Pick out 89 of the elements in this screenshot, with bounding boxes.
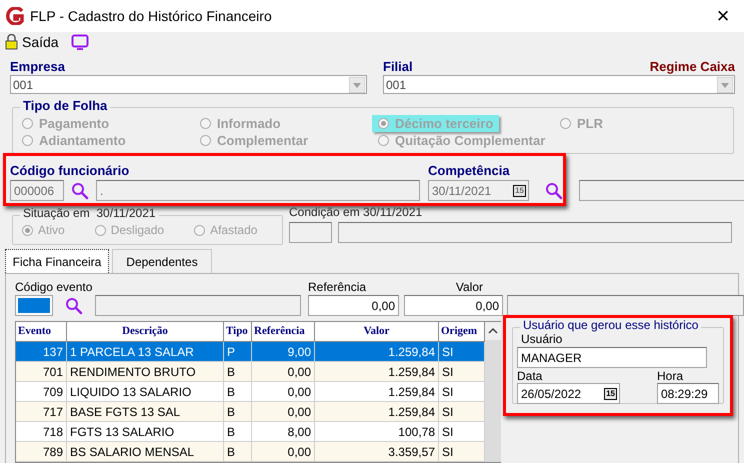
table-cell: B <box>224 402 252 421</box>
search-icon[interactable] <box>545 182 563 200</box>
table-cell: 9,00 <box>252 342 315 361</box>
table-row[interactable]: 701 RENDIMENTO BRUTO B 0,00 1.259,84 SI <box>16 362 485 382</box>
table-cell: B <box>224 422 252 441</box>
table-cell: B <box>224 442 252 461</box>
field-label: Referência <box>308 280 368 295</box>
table-cell: 1.259,84 <box>315 402 439 421</box>
time-field[interactable]: 08:29:29 <box>657 383 719 404</box>
table-cell: 0,00 <box>252 402 315 421</box>
condition-code-field[interactable] <box>289 222 332 243</box>
calendar-button[interactable]: 15 <box>604 388 617 400</box>
field-label: Hora <box>657 369 684 383</box>
field-label: Condição em 30/11/2021 <box>289 205 424 219</box>
calendar-button[interactable]: 15 <box>513 184 526 196</box>
group-title: Usuário que gerou esse histórico <box>520 318 702 332</box>
table-cell: 1 PARCELA 13 SALAR <box>67 342 224 361</box>
reference-field[interactable]: 0,00 <box>308 295 399 316</box>
regime-label: Regime Caixa <box>650 59 735 75</box>
dropdown-arrow-icon[interactable] <box>349 76 365 92</box>
table-row[interactable]: 709 LIQUIDO 13 SALARIO B 0,00 1.259,84 SI <box>16 382 485 402</box>
table-row[interactable]: 137 1 PARCELA 13 SALAR P 9,00 1.259,84 SI <box>16 342 485 362</box>
extra-field[interactable] <box>507 295 744 316</box>
table-cell: RENDIMENTO BRUTO <box>67 362 224 381</box>
table-cell: 1.259,84 <box>315 382 439 401</box>
table-cell: 1.259,84 <box>315 362 439 381</box>
table-cell: B <box>224 382 252 401</box>
column-header[interactable]: Valor <box>315 322 439 341</box>
column-header[interactable]: Descrição <box>67 322 224 341</box>
table-cell: BS SALARIO MENSAL <box>67 442 224 461</box>
table-cell: 0,00 <box>252 382 315 401</box>
field-label: Competência <box>428 163 511 179</box>
field-label: Código funcionário <box>10 163 130 179</box>
scroll-up-icon[interactable] <box>485 322 501 340</box>
table-cell: 718 <box>16 422 67 441</box>
table-row[interactable]: 789 BS SALARIO MENSAL B 0,00 3.359,57 SI <box>16 442 485 462</box>
table-cell: 709 <box>16 382 67 401</box>
field-label: Código evento <box>15 280 94 295</box>
tab[interactable]: Dependentes <box>112 249 212 273</box>
employee-name-field[interactable]: . <box>96 180 420 201</box>
table-cell: 789 <box>16 442 67 461</box>
event-code-field[interactable] <box>15 295 53 316</box>
company-dropdown[interactable]: 001 <box>10 75 367 94</box>
column-header[interactable]: Referência <box>252 322 315 341</box>
table-cell: 100,78 <box>315 422 439 441</box>
field-label: Empresa <box>10 59 66 75</box>
group-title: Situação em 30/11/2021 <box>20 206 159 220</box>
table-cell: 0,00 <box>252 362 315 381</box>
column-header[interactable]: Tipo <box>224 322 252 341</box>
table-cell: 8,00 <box>252 422 315 441</box>
table-cell: FGTS 13 SALARIO <box>67 422 224 441</box>
period-date-field[interactable]: 30/11/2021 15 <box>428 180 529 201</box>
close-button[interactable]: × <box>708 5 738 27</box>
table-cell: 701 <box>16 362 67 381</box>
window-title: FLP - Cadastro do Histórico Financeiro <box>30 6 273 26</box>
field-label: Data <box>517 369 544 383</box>
table-row[interactable]: 718 FGTS 13 SALARIO B 8,00 100,78 SI <box>16 422 485 442</box>
table-cell: 717 <box>16 402 67 421</box>
table-row[interactable]: 717 BASE FGTS 13 SAL B 0,00 1.259,84 SI <box>16 402 485 422</box>
field-label: Usuário <box>521 332 564 346</box>
search-icon[interactable] <box>65 296 83 314</box>
table-cell: BASE FGTS 13 SAL <box>67 402 224 421</box>
field-label: Filial <box>383 59 413 75</box>
user-field[interactable]: MANAGER <box>517 347 707 368</box>
table-cell: P <box>224 342 252 361</box>
table-cell: 0,00 <box>252 442 315 461</box>
table-cell: LIQUIDO 13 SALARIO <box>67 382 224 401</box>
employee-code-field[interactable]: 000006 <box>10 180 64 201</box>
app-logo-icon <box>6 7 24 25</box>
table-cell: 137 <box>16 342 67 361</box>
table-cell: B <box>224 362 252 381</box>
group-title: Tipo de Folha <box>20 98 110 114</box>
period-extra-field[interactable] <box>579 180 744 201</box>
scrollbar[interactable] <box>485 322 501 462</box>
column-header[interactable]: Evento <box>16 322 67 341</box>
date-field[interactable]: 26/05/2022 15 <box>517 383 620 404</box>
condition-field[interactable] <box>338 222 732 243</box>
tab[interactable]: Ficha Financeira <box>5 249 109 273</box>
event-description-field[interactable] <box>95 295 301 316</box>
table-cell: 3.359,57 <box>315 442 439 461</box>
value-field[interactable]: 0,00 <box>404 295 503 316</box>
search-icon[interactable] <box>71 182 89 200</box>
exit-button[interactable]: Saída <box>5 32 59 52</box>
table-cell: 1.259,84 <box>315 342 439 361</box>
dropdown-arrow-icon[interactable] <box>717 76 733 92</box>
padlock-icon <box>5 34 18 50</box>
branch-dropdown[interactable]: 001 <box>383 75 735 94</box>
field-label: Valor <box>456 280 483 295</box>
monitor-icon[interactable] <box>70 34 89 50</box>
